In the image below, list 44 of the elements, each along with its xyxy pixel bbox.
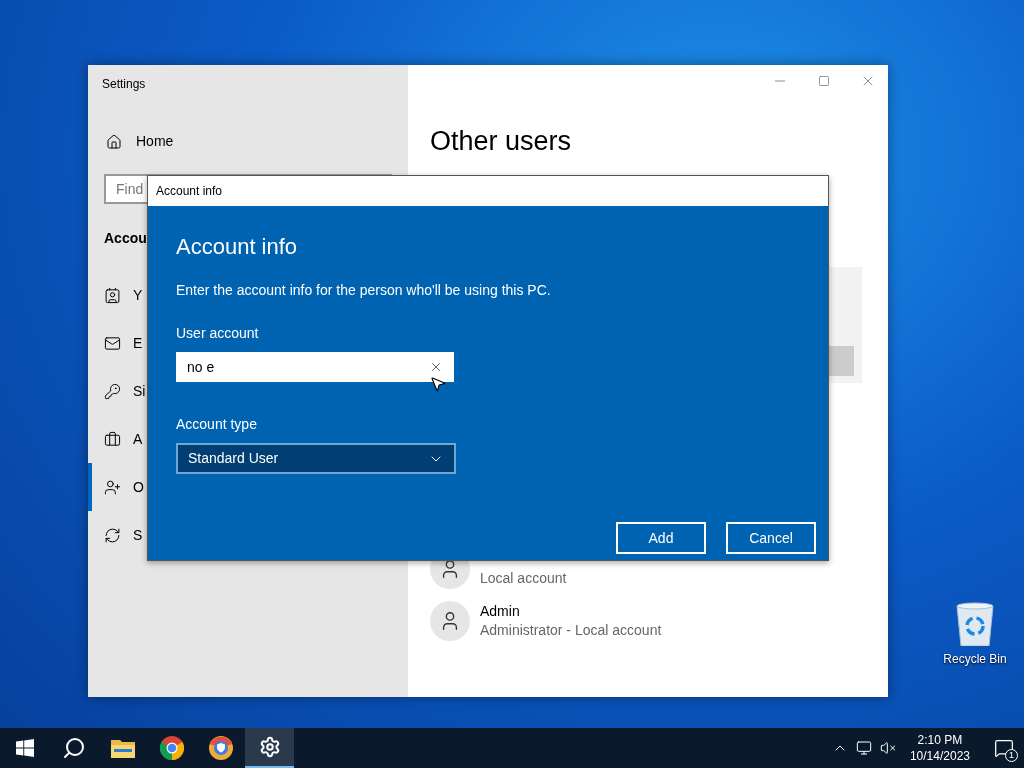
key-icon [104,382,121,400]
instructions-text: Enter the account info for the person who'll be using this PC. [176,281,552,300]
user-account-field[interactable]: no e [176,352,454,382]
page-heading: Other users [430,125,573,158]
contact-card-icon [104,286,121,304]
nav-item[interactable]: Si [88,367,147,415]
folder-icon [110,738,135,758]
sync-icon [104,526,121,544]
search-icon [61,736,86,760]
dialog-button[interactable]: Add [616,522,706,554]
taskbar-item[interactable] [245,728,294,768]
field-label: User account [176,324,260,343]
maximize-icon[interactable] [818,75,830,87]
window-title: Settings [102,76,147,93]
nav-item[interactable]: S [88,511,147,559]
nav-item[interactable]: Y [88,271,147,319]
section-heading: Accou [104,229,147,248]
chrome-logo-icon [159,736,184,760]
user-subtitle: Local account [480,568,567,588]
mail-icon [104,334,121,352]
account-type-dropdown[interactable]: Standard User [176,443,456,474]
dialog-title: Account info [156,183,223,200]
briefcase-icon [104,430,121,448]
person-plus-icon [104,478,121,496]
network-icon[interactable] [855,740,872,756]
notification-count: 1 [1005,749,1018,762]
dialog-button[interactable]: Cancel [726,522,816,554]
desktop-icon-label[interactable]: Recycle Bin [943,650,1007,668]
user-subtitle: Administrator - Local account [480,620,662,640]
gear-icon [258,736,281,758]
dialog-heading: Account info [176,233,299,261]
clock[interactable]: 2:10 PM 10/14/2023 [903,732,976,764]
shield-browser-icon [208,736,233,760]
home-icon [106,133,122,150]
nav-item[interactable]: A [88,415,147,463]
nav-item[interactable]: E [88,319,147,367]
home-nav-item[interactable]: Home [106,131,408,152]
field-label: Account type [176,415,258,434]
muted-speaker-icon[interactable] [879,740,896,756]
mouse-pointer-icon [429,375,447,393]
windows-logo-icon [15,739,34,757]
user-name: Admin [480,601,521,621]
recycle-bin-icon [955,602,995,646]
clear-icon[interactable] [429,360,443,374]
